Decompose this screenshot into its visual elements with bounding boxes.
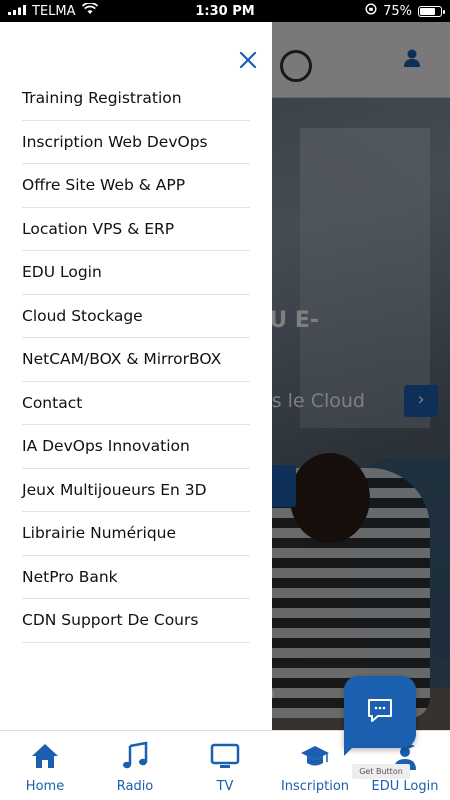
menu-item-offre-site-web[interactable]: Offre Site Web & APP: [22, 164, 250, 208]
battery-percent: 75%: [383, 3, 412, 19]
tab-edu-login-label: EDU Login: [371, 779, 439, 794]
menu-item-location-vps[interactable]: Location VPS & ERP: [22, 208, 250, 251]
menu-item-librairie[interactable]: Librairie Numérique: [22, 512, 250, 556]
wifi-icon: [81, 2, 98, 19]
chat-bubble-icon: [366, 697, 394, 727]
menu-item-cloud-stockage[interactable]: Cloud Stockage: [22, 295, 250, 338]
menu-item-edu-login[interactable]: EDU Login: [22, 251, 250, 295]
signal-icon: [8, 4, 26, 19]
menu-item-ia-devops[interactable]: IA DevOps Innovation: [22, 425, 250, 469]
close-icon[interactable]: [236, 48, 260, 72]
menu-item-netcam[interactable]: NetCAM/BOX & MirrorBOX: [22, 338, 250, 382]
menu-item-contact[interactable]: Contact: [22, 382, 250, 425]
menu-item-jeux-3d[interactable]: Jeux Multijoueurs En 3D: [22, 469, 250, 512]
tab-tv[interactable]: TV: [180, 731, 270, 800]
menu-item-netpro-bank[interactable]: NetPro Bank: [22, 556, 250, 599]
chat-button-label: Get Button: [352, 764, 410, 779]
status-bar: TELMA 1:30 PM 75%: [0, 0, 450, 22]
chat-button[interactable]: [344, 676, 416, 748]
tab-radio-label: Radio: [116, 779, 154, 794]
orientation-lock-icon: [365, 3, 377, 19]
navigation-drawer: Training Registration Inscription Web De…: [0, 22, 272, 730]
tab-inscription-label: Inscription: [280, 779, 350, 794]
drawer-menu: Training Registration Inscription Web De…: [22, 77, 250, 643]
menu-item-cdn-support[interactable]: CDN Support De Cours: [22, 599, 250, 643]
carrier-name: TELMA: [32, 3, 76, 19]
home-icon: [30, 741, 60, 779]
music-note-icon: [120, 741, 150, 779]
tab-tv-label: TV: [216, 779, 234, 794]
status-right: 75%: [365, 3, 445, 19]
status-left: TELMA: [8, 2, 98, 19]
menu-item-inscription-web-devops[interactable]: Inscription Web DevOps: [22, 121, 250, 164]
battery-icon: [418, 5, 445, 17]
tab-radio[interactable]: Radio: [90, 731, 180, 800]
graduation-cap-icon: [300, 741, 330, 779]
tv-icon: [210, 741, 240, 779]
chat-button-tail: [344, 740, 360, 756]
tab-home-label: Home: [25, 779, 65, 794]
menu-item-training-registration[interactable]: Training Registration: [22, 77, 250, 121]
tab-home[interactable]: Home: [0, 731, 90, 800]
